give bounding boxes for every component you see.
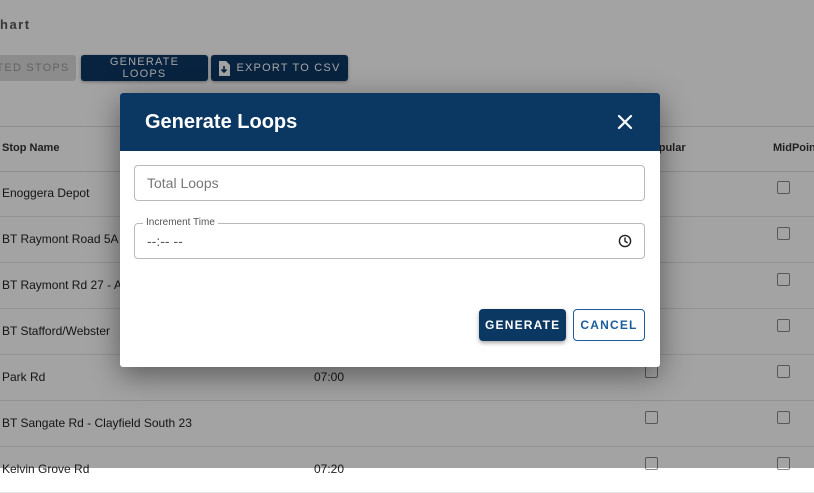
generate-loops-dialog: Generate Loops Increment Time GENERATE C…	[120, 93, 660, 367]
generate-button[interactable]: GENERATE	[479, 309, 566, 341]
total-loops-field	[134, 165, 645, 201]
dialog-header: Generate Loops	[120, 93, 660, 151]
increment-time-field: Increment Time	[134, 217, 645, 259]
increment-time-input[interactable]	[145, 224, 614, 258]
cancel-button[interactable]: CANCEL	[573, 309, 645, 341]
clock-icon[interactable]	[618, 234, 632, 248]
dialog-title: Generate Loops	[145, 111, 298, 133]
total-loops-input[interactable]	[145, 166, 614, 200]
close-icon[interactable]	[616, 113, 634, 131]
